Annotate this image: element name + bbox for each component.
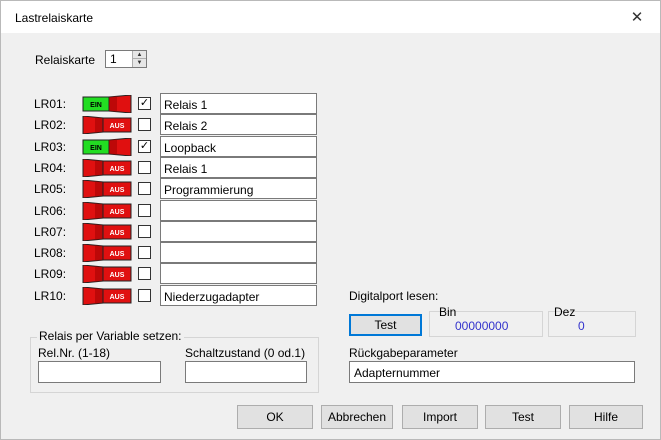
relay-name-field[interactable]: Niederzugadapter (160, 284, 317, 306)
relay-checkbox[interactable] (138, 160, 151, 174)
spinner-buttons: ▲ ▼ (132, 51, 146, 67)
relay-id-label: LR08: (34, 246, 67, 261)
switch-off-icon[interactable]: AUS (82, 222, 132, 241)
relay-row: LR02: AUS Relais 2 (1, 114, 341, 136)
checkmark-icon: ✓ (139, 139, 150, 152)
relay-name-value: Relais 1 (164, 161, 208, 176)
relay-checkbox[interactable] (138, 182, 151, 196)
relay-name-field[interactable] (160, 220, 317, 242)
switch-off-icon[interactable]: AUS (82, 244, 132, 263)
relay-id-label: LR03: (34, 139, 67, 154)
relay-name-field[interactable]: Loopback (160, 135, 317, 157)
rueckgabe-label: Rückgabeparameter (349, 346, 458, 360)
relnr-field[interactable] (38, 361, 161, 383)
spin-down-icon[interactable]: ▼ (133, 59, 146, 67)
relay-id-label: LR01: (34, 97, 67, 111)
relay-name-field[interactable]: Relais 1 (160, 156, 317, 178)
relay-id-label: LR07: (34, 224, 67, 239)
switch-state-text: EIN (90, 102, 102, 109)
digitalport-test-button[interactable]: Test (349, 314, 422, 336)
relay-name-value: Relais 2 (164, 119, 208, 134)
relay-name-field[interactable] (160, 199, 317, 221)
relay-name-field[interactable]: Relais 2 (160, 114, 317, 136)
relay-row: LR05: AUS Programmierung (1, 178, 341, 200)
relay-id-label: LR05: (34, 182, 67, 197)
switch-state-text: AUS (110, 272, 125, 279)
hilfe-button[interactable]: Hilfe (569, 405, 643, 429)
rueckgabe-field[interactable]: Adapternummer (349, 361, 635, 383)
window-title: Lastrelaiskarte (15, 11, 94, 25)
switch-off-icon[interactable]: AUS (82, 265, 132, 284)
switch-state-text: AUS (110, 187, 125, 194)
relnr-label: Rel.Nr. (1-18) (38, 346, 111, 360)
checkmark-icon: ✓ (139, 97, 150, 109)
switch-state-text: AUS (110, 230, 125, 237)
relay-checkbox[interactable] (138, 246, 151, 260)
import-button[interactable]: Import (402, 405, 478, 429)
close-icon[interactable]: ✕ (614, 1, 660, 33)
relay-id-label: LR10: (34, 288, 67, 303)
relay-checkbox[interactable] (138, 203, 151, 217)
relay-row: LR06: AUS (1, 199, 341, 221)
relay-name-value: Loopback (164, 140, 217, 155)
relay-checkbox[interactable] (138, 118, 151, 132)
relay-checkbox[interactable] (138, 267, 151, 281)
switch-off-icon[interactable]: AUS (82, 116, 132, 135)
relay-id-label: LR04: (34, 160, 67, 175)
title-bar: Lastrelaiskarte ✕ (1, 1, 660, 33)
test-button[interactable]: Test (485, 405, 561, 429)
relay-name-field[interactable] (160, 242, 317, 264)
relay-name-value: Relais 1 (164, 98, 208, 112)
switch-on-icon[interactable]: EIN (82, 95, 132, 113)
relay-row: LR04: AUS Relais 1 (1, 156, 341, 178)
relay-id-label: LR09: (34, 267, 67, 282)
bin-label: Bin (439, 305, 457, 319)
switch-off-icon[interactable]: AUS (82, 158, 132, 177)
relay-name-field[interactable]: Programmierung (160, 178, 317, 200)
relay-checkbox[interactable] (138, 224, 151, 238)
spin-up-icon[interactable]: ▲ (133, 51, 146, 59)
relay-name-field[interactable] (160, 263, 317, 285)
relay-checkbox[interactable]: ✓ (138, 139, 151, 153)
relay-row: LR01: EIN ✓ Relais 1 (1, 93, 341, 114)
dez-label: Dez (554, 305, 576, 319)
relais-var-group-label: Relais per Variable setzen: (37, 329, 184, 343)
switch-state-text: AUS (110, 294, 125, 301)
bin-value: 00000000 (455, 319, 509, 333)
switch-state-text: AUS (110, 251, 125, 258)
relay-checkbox[interactable] (138, 288, 151, 302)
relay-row: LR09: AUS (1, 263, 341, 285)
relay-checkbox[interactable]: ✓ (138, 97, 151, 110)
relay-row: LR08: AUS (1, 242, 341, 264)
schaltzustand-label: Schaltzustand (0 od.1) (185, 346, 306, 360)
switch-state-text: AUS (110, 123, 125, 130)
switch-state-text: EIN (90, 145, 102, 152)
dez-value: 0 (578, 319, 585, 333)
switch-state-text: AUS (110, 166, 125, 173)
schaltzustand-field[interactable] (185, 361, 307, 383)
relay-row: LR10: AUS Niederzugadapter (1, 284, 341, 306)
lastrelaiskarte-dialog: Lastrelaiskarte ✕ Relaiskarte 1 ▲ ▼ LR01… (0, 0, 661, 440)
switch-on-icon[interactable]: EIN (82, 137, 132, 156)
digitalport-label: Digitalport lesen: (349, 289, 439, 303)
relaiskarte-spinner[interactable]: 1 ▲ ▼ (105, 50, 147, 68)
relay-row: LR03: EIN ✓ Loopback (1, 135, 341, 157)
relay-name-value: Niederzugadapter (164, 289, 260, 304)
abbrechen-button[interactable]: Abbrechen (321, 405, 393, 429)
switch-off-icon[interactable]: AUS (82, 180, 132, 199)
relay-name-value: Programmierung (164, 183, 254, 198)
relaiskarte-value: 1 (110, 52, 117, 66)
switch-state-text: AUS (110, 209, 125, 216)
ok-button[interactable]: OK (237, 405, 313, 429)
relay-name-field[interactable]: Relais 1 (160, 93, 317, 114)
relay-id-label: LR06: (34, 203, 67, 218)
rueckgabe-value: Adapternummer (354, 366, 441, 380)
switch-off-icon[interactable]: AUS (82, 201, 132, 220)
relaiskarte-label: Relaiskarte (35, 53, 96, 67)
switch-off-icon[interactable]: AUS (82, 286, 132, 305)
relay-row: LR07: AUS (1, 220, 341, 242)
relay-id-label: LR02: (34, 118, 67, 133)
